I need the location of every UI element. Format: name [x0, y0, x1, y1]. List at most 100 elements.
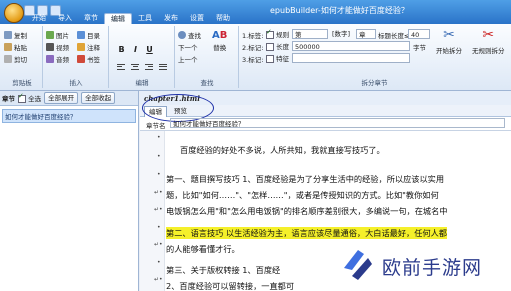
chapter-header: 章节 [2, 95, 15, 103]
paste-button[interactable]: 粘贴 [4, 42, 27, 52]
menu-bar: 开始 导入 章节 编辑 工具 发布 设置 帮助 [0, 13, 236, 25]
clipboard-group: 复制 粘贴 剪切 剪贴板 [2, 26, 43, 88]
text-line: 的人能够看懂才行。 [166, 244, 240, 254]
scissors-icon [4, 55, 12, 63]
chapter-file-header: chapter1.html [140, 91, 511, 105]
title-length-input[interactable]: 40 [408, 29, 430, 39]
text-line: 题，比如"如何……"、"怎样……"，或者是传授知识的方式。比如"教你如何 [166, 190, 439, 200]
tab-help[interactable]: 帮助 [210, 13, 236, 24]
editor-tabs: 编辑 预览 [140, 105, 511, 117]
align-right-icon[interactable] [144, 62, 154, 71]
chapter-panel: 章节 全选 全部展开 全部收起 如何才能做好百度经验？ [0, 91, 139, 291]
tab-preview[interactable]: 预览 [170, 106, 191, 116]
expand-all-button[interactable]: 全部展开 [44, 92, 79, 104]
watermark: 欧前手游网 [338, 240, 508, 288]
feature-input[interactable] [292, 53, 410, 63]
split-group: 1.标签: 规则 第 [数字] 章 标题长度≤ 40 2.标记: 长度 5000… [240, 26, 509, 88]
insert-group: 图片 目录 视频 注释 音频 书签 插入 [44, 26, 109, 88]
tab-chapter[interactable]: 章节 [78, 13, 104, 24]
split-group-label: 拆分章节 [361, 79, 388, 87]
align-left-icon[interactable] [116, 62, 126, 71]
chapter-name-label: 章节名 [146, 122, 166, 130]
clipboard-group-label: 剪贴板 [12, 79, 32, 87]
insert-footnote-button[interactable]: 注释 [77, 42, 100, 52]
paste-icon [4, 43, 12, 51]
gutter-return: ↵• [154, 189, 163, 196]
tab-tools[interactable]: 工具 [132, 13, 158, 24]
watermark-logo-icon [344, 250, 372, 280]
gutter-dot: • [157, 224, 161, 231]
rule-unit-select[interactable]: 章 [356, 29, 376, 39]
underline-button[interactable]: U [144, 44, 155, 55]
replace-button[interactable]: AB 替换 [212, 30, 227, 52]
cut-button[interactable]: 剪切 [4, 54, 27, 64]
gutter-dot: • [157, 153, 161, 160]
gutter-dot: • [157, 134, 161, 141]
bold-button[interactable]: B [116, 44, 127, 55]
find-next-button[interactable]: 下一个 [178, 42, 198, 52]
tab-settings[interactable]: 设置 [184, 13, 210, 24]
rule-checkbox[interactable]: 规则 [266, 28, 289, 39]
replace-icon: AB [212, 30, 228, 41]
tab-start[interactable]: 开始 [26, 13, 52, 24]
chapter-toolbar: 章节 全选 全部展开 全部收起 [0, 91, 138, 106]
rule-prefix-select[interactable]: 第 [292, 29, 328, 39]
format-group: B I U 编辑 [110, 26, 175, 88]
gutter-return: ↵• [154, 241, 163, 248]
chapter-name-input[interactable]: 如何才能做好百度经验？ [170, 118, 505, 128]
text-line: 电饭锅怎么用"和"怎么用电饭锅"的排名顺序差别很大，多编说一句，在城名中 [166, 206, 448, 216]
insert-video-button[interactable]: 视频 [46, 42, 69, 52]
audio-icon [46, 55, 54, 63]
window-title: epubBuilder-如何才能做好百度经验？ [270, 6, 409, 15]
image-icon [46, 31, 54, 39]
tab-edit-mode[interactable]: 编辑 [144, 106, 167, 117]
gutter-return: ↵• [154, 276, 163, 283]
italic-button[interactable]: I [130, 44, 141, 55]
tab-publish[interactable]: 发布 [158, 13, 184, 24]
search-icon [178, 31, 186, 39]
footnote-icon [77, 43, 85, 51]
gutter-dot: • [157, 259, 161, 266]
gutter-dot: • [157, 171, 161, 178]
bookmark-icon [77, 55, 85, 63]
length-checkbox[interactable]: 长度 [266, 41, 289, 51]
tab-import[interactable]: 导入 [52, 13, 78, 24]
title-bar: epubBuilder-如何才能做好百度经验？ 开始 导入 章节 编辑 工具 发… [0, 0, 511, 25]
text-line: 第三、关于版权转接 1、百度经 [166, 265, 281, 275]
collapse-all-button[interactable]: 全部收起 [81, 92, 116, 104]
insert-group-label: 插入 [69, 79, 83, 87]
scissors-red-icon: ✂ [482, 27, 495, 43]
feature-checkbox[interactable]: 特征 [266, 53, 289, 63]
text-line: 2、百度经验可以留转接，一直都可 [166, 281, 295, 291]
copy-button[interactable]: 复制 [4, 30, 27, 40]
insert-audio-button[interactable]: 音频 [46, 54, 69, 64]
scissors-icon: ✂ [443, 27, 455, 43]
format-group-label: 编辑 [135, 79, 149, 87]
find-group: 查找 下一个 上一个 AB 替换 查找 [176, 26, 239, 88]
find-group-label: 查找 [200, 79, 214, 87]
rule-number-label: [数字] [332, 30, 351, 38]
find-prev-button[interactable]: 上一个 [178, 54, 198, 64]
video-icon [46, 43, 54, 51]
select-all-checkbox[interactable]: 全选 [18, 92, 41, 103]
watermark-text: 欧前手游网 [382, 257, 483, 279]
text-line: 第一、题目撰写技巧 1、百度经验是为了分享生活中的经验，所以应该以实用 [166, 174, 445, 184]
highlighted-text-line: 第二、语言技巧 以生活经验为主，语言应该尽量通俗，大白话最好，任何人都 [166, 227, 447, 239]
chapter-name-bar: 章节名 如何才能做好百度经验？ [140, 117, 511, 131]
length-input[interactable]: 500000 [292, 41, 410, 51]
text-line: 百度经验的好处不多说，人所共知，我就直接写技巧了。 [180, 145, 385, 155]
insert-bookmark-button[interactable]: 书签 [77, 54, 100, 64]
table-icon [77, 31, 85, 39]
no-rule-split-button[interactable]: ✂ 无规则拆分 [472, 28, 505, 55]
chapter-list-item[interactable]: 如何才能做好百度经验？ [2, 109, 136, 123]
insert-image-button[interactable]: 图片 [46, 30, 69, 40]
search-button[interactable]: 查找 [178, 30, 201, 40]
ribbon: 复制 粘贴 剪切 剪贴板 图片 目录 视频 注释 音频 书签 插入 B I U … [0, 24, 511, 91]
gutter-return: ↵• [154, 206, 163, 213]
chapter-file-name: chapter1.html [144, 94, 200, 103]
start-split-button[interactable]: ✂ 开始拆分 [436, 28, 462, 55]
insert-table-button[interactable]: 目录 [77, 30, 100, 40]
align-justify-icon[interactable] [158, 62, 168, 71]
copy-icon [4, 31, 12, 39]
align-center-icon[interactable] [130, 62, 140, 71]
